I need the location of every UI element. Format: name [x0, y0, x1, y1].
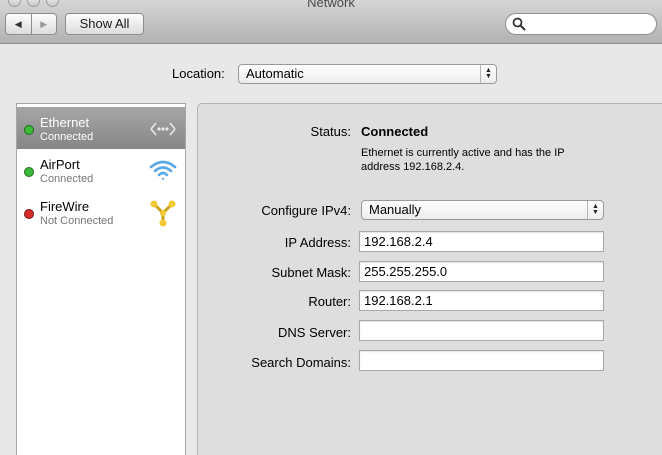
status-description-line-1: Ethernet is currently active and has the… — [361, 147, 565, 159]
ip-address-label: IP Address: — [284, 235, 351, 250]
location-value: Automatic — [246, 66, 304, 81]
status-dot-icon — [24, 167, 34, 177]
ip-address-field[interactable]: 192.168.2.4 — [359, 231, 604, 252]
subnet-mask-label: Subnet Mask: — [271, 265, 352, 280]
service-name: FireWire — [40, 199, 90, 214]
service-item-ethernet[interactable]: Ethernet Connected — [17, 107, 185, 149]
wifi-icon — [149, 160, 177, 181]
configure-ipv4-popup[interactable]: Manually ▲ ▼ — [361, 200, 604, 220]
search-input[interactable] — [505, 13, 657, 35]
service-name: AirPort — [40, 157, 80, 172]
dns-server-field[interactable] — [359, 320, 604, 341]
configure-ipv4-label: Configure IPv4: — [261, 203, 351, 218]
router-field[interactable]: 192.168.2.1 — [359, 290, 604, 311]
toolbar: Network ◀ ▶ Show All — [0, 0, 662, 44]
window-title: Network — [307, 0, 355, 10]
magnifier-icon — [512, 17, 526, 31]
forward-arrow-icon: ▶ — [40, 18, 48, 29]
firewire-icon — [150, 200, 176, 227]
status-dot-icon — [24, 209, 34, 219]
status-description: Ethernet is currently active and has the… — [361, 146, 611, 174]
service-status: Not Connected — [40, 215, 114, 227]
ethernet-icon — [150, 122, 176, 136]
status-dot-icon — [24, 125, 34, 135]
show-all-button[interactable]: Show All — [65, 13, 144, 35]
forward-button[interactable]: ▶ — [32, 14, 57, 34]
status-value: Connected — [361, 124, 429, 139]
location-label: Location: — [172, 66, 225, 81]
search-domains-label: Search Domains: — [251, 355, 351, 370]
service-status: Connected — [40, 173, 94, 185]
service-list: Ethernet Connected AirPort Connected Fir… — [16, 103, 186, 455]
popup-arrows-icon: ▲ ▼ — [587, 201, 603, 219]
search-domains-field[interactable] — [359, 350, 604, 371]
status-description-line-2: address 192.168.2.4. — [361, 161, 465, 173]
dns-server-label: DNS Server: — [278, 325, 351, 340]
service-item-firewire[interactable]: FireWire Not Connected — [17, 191, 185, 233]
configure-ipv4-value: Manually — [369, 202, 422, 217]
back-button[interactable]: ◀ — [6, 14, 32, 34]
service-status: Connected — [40, 131, 94, 143]
back-arrow-icon: ◀ — [14, 18, 22, 29]
status-label: Status: — [310, 124, 351, 139]
popup-arrows-icon: ▲ ▼ — [480, 65, 496, 83]
service-item-airport[interactable]: AirPort Connected — [17, 149, 185, 191]
router-label: Router: — [308, 294, 351, 309]
location-popup[interactable]: Automatic ▲ ▼ — [238, 64, 497, 84]
back-forward-buttons: ◀ ▶ — [5, 13, 57, 35]
subnet-mask-field[interactable]: 255.255.255.0 — [359, 261, 604, 282]
service-name: Ethernet — [40, 115, 90, 130]
